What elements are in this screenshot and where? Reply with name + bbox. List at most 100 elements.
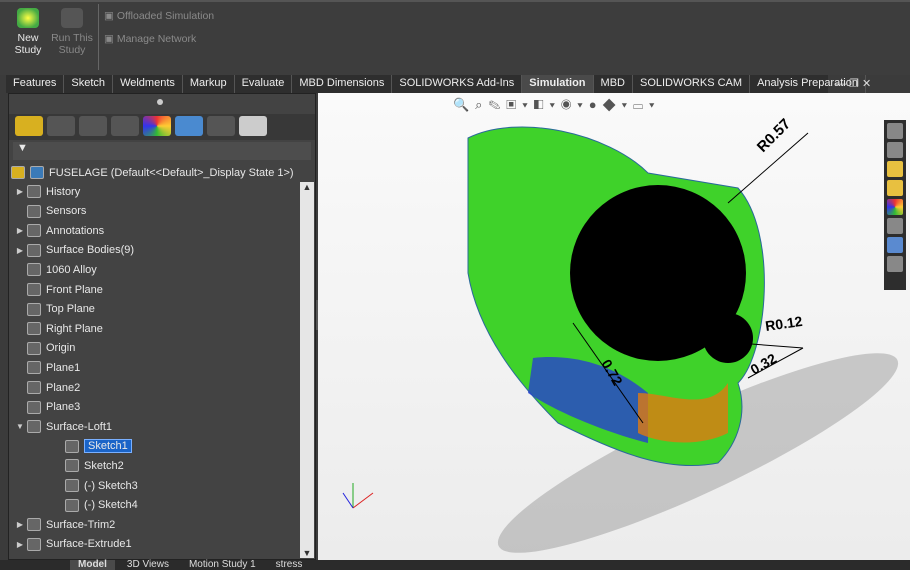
feature-icon (65, 439, 79, 453)
ribbon-divider (98, 4, 99, 70)
tab-evaluate[interactable]: Evaluate (235, 75, 293, 93)
configurationmanager-icon[interactable] (79, 116, 107, 136)
feature-icon (27, 263, 41, 277)
feature-icon (27, 302, 41, 316)
tree-item[interactable]: (-) Sketch3 (51, 476, 138, 495)
tree-item[interactable]: ▶ Surface Bodies(9) (13, 241, 134, 260)
feature-icon (27, 518, 41, 532)
tree-item[interactable]: ▶ History (13, 182, 80, 201)
bottom-tab-motion-study-1[interactable]: Motion Study 1 (181, 560, 264, 570)
panel-handle[interactable] (157, 99, 163, 105)
dimxpert-icon[interactable] (111, 116, 139, 136)
tree-item-label: Surface-Loft1 (46, 420, 113, 433)
expand-icon[interactable]: ▶ (13, 187, 27, 196)
design-library-icon[interactable] (887, 161, 903, 177)
bottom-tabs: Model 3D Views Motion Study 1 stress (0, 560, 910, 570)
bottom-tab-model[interactable]: Model (70, 560, 115, 570)
home-icon[interactable] (887, 123, 903, 139)
feature-icon (27, 361, 41, 375)
simulation-icon (30, 166, 44, 179)
tree-item[interactable]: (-) Sketch4 (51, 496, 138, 515)
tree-item[interactable]: Front Plane (13, 280, 103, 299)
tree-item-label: Sketch1 (84, 439, 132, 454)
offloaded-simulation-button[interactable]: ▣ Offloaded Simulation (104, 10, 214, 22)
fuselage-section-small (703, 313, 753, 363)
resources-icon[interactable] (887, 142, 903, 158)
tree-item[interactable]: ▶ Surface-Extrude1 (13, 535, 132, 554)
tree-item[interactable]: Sketch2 (51, 456, 124, 475)
feature-icon (27, 381, 41, 394)
tree-item-label: Top Plane (46, 303, 95, 316)
tree-item-label: (-) Sketch3 (84, 479, 138, 492)
tree-item[interactable]: ▶ Annotations (13, 221, 104, 240)
expand-icon[interactable]: ▶ (13, 226, 27, 235)
expand-icon[interactable]: ▼ (13, 422, 27, 431)
new-study-button[interactable]: New Study (6, 6, 50, 70)
feature-icon (27, 537, 41, 551)
tree-item[interactable]: Sensors (13, 202, 86, 221)
tree-filter[interactable]: ▼ (13, 142, 311, 160)
bottom-tab-stress[interactable]: stress (268, 560, 311, 570)
file-explorer-icon[interactable] (887, 180, 903, 196)
tab-simulation[interactable]: Simulation (522, 75, 594, 93)
feature-icon (27, 420, 41, 434)
tree-item[interactable]: Top Plane (13, 300, 95, 319)
propertymanager-icon[interactable] (47, 116, 75, 136)
bottom-tab-3d-views[interactable]: 3D Views (119, 560, 177, 570)
manage-network-button[interactable]: ▣ Manage Network (104, 33, 196, 45)
tree-item[interactable]: 1060 Alloy (13, 260, 97, 279)
tree-item[interactable]: Plane3 (13, 398, 80, 417)
feature-icon (27, 283, 41, 296)
feature-icon (27, 341, 41, 355)
tab-solidworks-cam[interactable]: SOLIDWORKS CAM (633, 75, 751, 93)
graphics-area[interactable]: 🔍⌕✎▣▾◧▾◉▾●◆▾▭▾ R0.57 R0.12 0.72 0.32 (318, 93, 910, 560)
run-study-icon (61, 8, 83, 28)
triad-icon (342, 483, 374, 509)
tree-item[interactable]: Sketch1 (51, 437, 132, 456)
appearances-icon[interactable] (887, 199, 903, 215)
tree-root[interactable]: FUSELAGE (Default<<Default>_Display Stat… (11, 163, 294, 182)
part-icon (11, 166, 25, 179)
expand-icon[interactable]: ▶ (13, 520, 27, 529)
tab-markup[interactable]: Markup (183, 75, 235, 93)
custom-properties-icon[interactable] (887, 218, 903, 234)
feature-icon (65, 498, 79, 512)
dimension-r012[interactable]: R0.12 (764, 313, 803, 334)
tab-mbd[interactable]: MBD (594, 75, 633, 93)
tool-icon[interactable] (239, 116, 267, 136)
tree-item-label: Origin (46, 342, 76, 355)
tree-item[interactable]: ▶ Surface-Trim2 (13, 515, 115, 534)
tab-solidworks-add-ins[interactable]: SOLIDWORKS Add-Ins (392, 75, 523, 93)
tab-sketch[interactable]: Sketch (64, 75, 114, 93)
tree-item[interactable]: Plane2 (13, 378, 80, 397)
feature-icon (27, 243, 41, 257)
ribbon: New Study Run This Study ▣ Offloaded Sim… (0, 0, 910, 75)
tree-item[interactable]: Plane1 (13, 358, 80, 377)
feature-icon (27, 204, 41, 218)
forum-icon[interactable] (887, 256, 903, 272)
model-view: R0.57 R0.12 0.72 0.32 (342, 116, 899, 553)
run-study-button[interactable]: Run This Study (50, 6, 94, 70)
tree-item-label: Sensors (46, 205, 87, 218)
tab-weldments[interactable]: Weldments (113, 75, 183, 93)
tree-item-label: Front Plane (46, 283, 103, 296)
tree-item[interactable]: Right Plane (13, 319, 103, 338)
tree-item-label: (-) Sketch4 (84, 499, 138, 512)
tree-item[interactable]: Origin (13, 339, 75, 358)
expand-icon[interactable]: ▶ (13, 540, 27, 549)
cam-icon[interactable] (175, 116, 203, 136)
tree-item[interactable]: ▼ Surface-Loft1 (13, 417, 112, 436)
scroll-down-icon[interactable]: ▼ (300, 548, 314, 558)
window-controls[interactable]: — ❐ ✕ (835, 77, 871, 90)
tab-features[interactable]: Features (6, 75, 65, 93)
expand-icon[interactable]: ▶ (13, 246, 27, 255)
view-palette-icon[interactable] (887, 237, 903, 253)
simulation-manager-icon[interactable] (207, 116, 235, 136)
tab-mbd-dimensions[interactable]: MBD Dimensions (292, 75, 393, 93)
scroll-up-icon[interactable]: ▲ (300, 182, 314, 192)
tree-scrollbar[interactable]: ▲ ▼ (300, 182, 314, 558)
display-manager-icon[interactable] (143, 116, 171, 136)
featuremanager-icon[interactable] (15, 116, 43, 136)
new-study-icon (17, 8, 39, 28)
command-tabs: Features Sketch Weldments Markup Evaluate MBD… (6, 75, 866, 93)
